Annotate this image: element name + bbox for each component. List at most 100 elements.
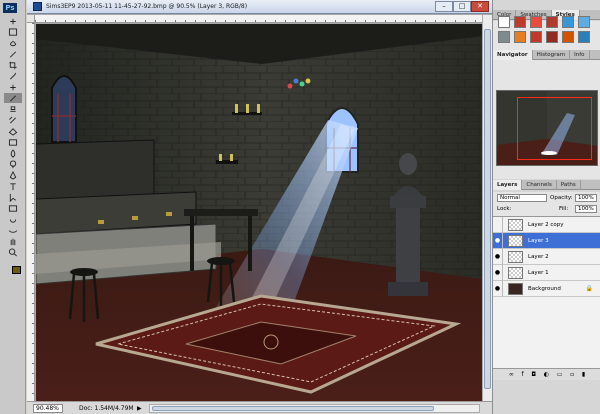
- shape-tool[interactable]: [4, 203, 22, 213]
- layer-thumbnail: [508, 218, 523, 231]
- scroll-thumb[interactable]: [484, 29, 491, 389]
- opacity-field[interactable]: 100%: [575, 194, 597, 202]
- style-swatch[interactable]: [546, 16, 558, 28]
- layer-name: Layer 1: [528, 269, 549, 276]
- style-swatch[interactable]: [546, 31, 558, 43]
- zoom-field[interactable]: 90.48%: [33, 403, 63, 413]
- layer-row[interactable]: ● Background 🔒: [493, 280, 600, 297]
- crop-tool[interactable]: [4, 60, 22, 70]
- layer-name: Layer 2: [528, 253, 549, 260]
- eraser-tool[interactable]: [4, 126, 22, 136]
- photoshop-logo: Ps: [3, 3, 17, 13]
- fill-label: Fill:: [559, 206, 569, 212]
- opacity-label: Opacity:: [550, 195, 573, 201]
- vertical-ruler[interactable]: [27, 23, 35, 401]
- brush-tool[interactable]: [4, 93, 22, 103]
- folder-icon[interactable]: ▭: [557, 371, 563, 378]
- dodge-tool[interactable]: [4, 159, 22, 169]
- fx-icon[interactable]: f: [522, 371, 524, 378]
- horizontal-scrollbar[interactable]: [149, 403, 480, 413]
- dodge-icon: [9, 159, 17, 168]
- style-swatch[interactable]: [514, 16, 526, 28]
- style-swatch[interactable]: [578, 31, 590, 43]
- style-swatch[interactable]: [578, 16, 590, 28]
- panels-dock: Color Swatches Styles Navigator Histogra…: [492, 0, 600, 414]
- pen-icon: [9, 170, 17, 180]
- document-window: Sims3EP9 2013-05-11 11-45-27-92.bmp @ 90…: [27, 0, 492, 414]
- maximize-button[interactable]: □: [453, 1, 471, 12]
- zoom-icon: [8, 248, 17, 256]
- scene-image: [36, 24, 482, 401]
- tab-layers[interactable]: Layers: [493, 180, 523, 190]
- fill-field[interactable]: 100%: [575, 205, 597, 213]
- photoshop-window: Ps Sims3EP9 2013-05-11 11-45-27-92.bmp @…: [0, 0, 600, 414]
- style-swatch[interactable]: [514, 31, 526, 43]
- style-swatch[interactable]: [562, 16, 574, 28]
- hand-tool[interactable]: [4, 236, 22, 246]
- path-select-tool[interactable]: [4, 192, 22, 202]
- style-swatch[interactable]: [562, 31, 574, 43]
- link-icon[interactable]: ∞: [509, 371, 514, 378]
- horizontal-ruler[interactable]: [35, 15, 482, 23]
- adjustment-icon[interactable]: ◐: [544, 371, 549, 378]
- trash-icon[interactable]: ▮: [582, 371, 585, 378]
- healing-brush-tool[interactable]: [4, 82, 22, 92]
- tab-navigator[interactable]: Navigator: [493, 50, 533, 60]
- vertical-scrollbar[interactable]: [482, 15, 492, 401]
- panel-bottom-area: [493, 380, 600, 414]
- history-brush-tool[interactable]: [4, 115, 22, 125]
- scroll-thumb[interactable]: [152, 405, 434, 411]
- style-swatch[interactable]: [530, 16, 542, 28]
- gradient-icon: [8, 138, 18, 146]
- layer-thumbnail: [508, 266, 523, 279]
- navigator-view-box[interactable]: [517, 97, 592, 160]
- style-swatch[interactable]: [498, 16, 510, 28]
- marquee-tool[interactable]: [4, 27, 22, 37]
- eye-icon[interactable]: ●: [493, 232, 503, 249]
- ruler-origin[interactable]: [27, 15, 35, 23]
- style-swatch[interactable]: [530, 31, 542, 43]
- path-select-icon: [9, 193, 16, 202]
- move-tool[interactable]: [4, 16, 22, 26]
- blur-tool[interactable]: [4, 148, 22, 158]
- gradient-tool[interactable]: [4, 137, 22, 147]
- pen-tool[interactable]: [4, 170, 22, 180]
- type-tool[interactable]: [4, 181, 22, 191]
- eye-icon[interactable]: [493, 216, 503, 233]
- style-swatch[interactable]: [498, 31, 510, 43]
- eye-icon[interactable]: ●: [493, 264, 503, 281]
- brush-icon: [9, 94, 17, 102]
- status-menu-arrow[interactable]: ▶: [137, 404, 145, 413]
- document-titlebar[interactable]: Sims3EP9 2013-05-11 11-45-27-92.bmp @ 90…: [27, 0, 492, 14]
- image-canvas[interactable]: [36, 24, 482, 401]
- eyedropper-icon: [9, 72, 17, 80]
- foreground-color-swatch[interactable]: [12, 266, 21, 274]
- tab-info[interactable]: Info: [570, 50, 590, 60]
- quick-select-icon: [9, 50, 17, 58]
- quick-select-tool[interactable]: [4, 49, 22, 59]
- tab-paths[interactable]: Paths: [557, 180, 581, 190]
- clone-stamp-icon: [10, 105, 16, 112]
- tab-histogram[interactable]: Histogram: [533, 50, 571, 60]
- lasso-tool[interactable]: [4, 38, 22, 48]
- minimize-button[interactable]: –: [435, 1, 453, 12]
- layer-row[interactable]: ● Layer 1: [493, 264, 600, 281]
- 3d-orbit-tool[interactable]: [4, 225, 22, 235]
- eyedropper-tool[interactable]: [4, 71, 22, 81]
- blend-mode-select[interactable]: Normal: [497, 194, 547, 202]
- navigator-preview[interactable]: [496, 90, 598, 166]
- tab-channels[interactable]: Channels: [522, 180, 557, 190]
- layers-controls: Normal Opacity: 100% Lock: Fill: 100%: [493, 192, 600, 216]
- eye-icon[interactable]: ●: [493, 248, 503, 265]
- new-layer-icon[interactable]: ▫: [570, 371, 574, 378]
- layer-row[interactable]: ● Layer 2: [493, 248, 600, 265]
- eye-icon[interactable]: ●: [493, 280, 503, 297]
- layer-row[interactable]: ● Layer 3: [493, 232, 600, 249]
- zoom-tool[interactable]: [4, 247, 22, 257]
- 3d-rotate-tool[interactable]: [4, 214, 22, 224]
- layer-row[interactable]: Layer 2 copy: [493, 216, 600, 233]
- layer-thumbnail: [508, 250, 523, 263]
- close-button[interactable]: ✕: [471, 1, 489, 12]
- clone-stamp-tool[interactable]: [4, 104, 22, 114]
- mask-icon[interactable]: ◘: [531, 371, 536, 378]
